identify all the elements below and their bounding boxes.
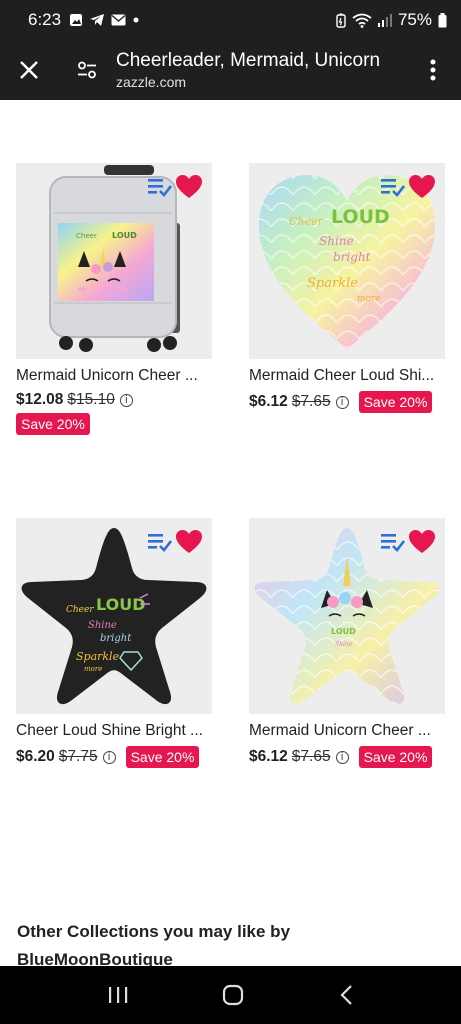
more-vert-icon [430,59,436,81]
system-navigation-bar [0,966,461,1024]
status-bar: 6:23 75% [0,0,461,40]
telegram-icon [90,14,105,26]
status-time: 6:23 [28,10,62,29]
product-prices: $6.20 $7.75 i Save 20% [16,746,221,768]
product-name[interactable]: Cheer Loud Shine Bright ... [16,722,216,740]
product-name[interactable]: Mermaid Cheer Loud Shi... [249,367,449,385]
page-title-block: Cheerleader, Mermaid, Unicorn zazzle.com [116,50,405,91]
heart-art-text-loud: LOUD [331,206,390,228]
price-info-icon[interactable]: i [335,750,349,764]
product-image-black-star-sticker[interactable]: Cheer LOUD Shine bright Sparkle more [16,518,212,714]
price-info-icon[interactable]: i [119,393,133,407]
battery-percent: 75% [397,10,432,29]
other-collections-heading: Other Collections you may like by BlueMo… [17,922,291,966]
back-icon[interactable] [338,984,354,1006]
product-card-black-star-sticker[interactable]: Cheer LOUD Shine bright Sparkle more Che… [16,518,221,768]
add-to-list-icon[interactable] [381,177,405,197]
original-price: $7.65 [291,748,331,765]
star-art-text-loud: LOUD [96,595,146,614]
tune-icon [78,61,96,79]
suitcase-art-text-loud: LOUD [112,231,137,240]
add-to-list-icon[interactable] [381,532,405,552]
heart-art-text-shine: Shine [319,234,354,248]
heart-art-text-bright: bright [333,250,371,264]
signal-icon [377,14,392,27]
favorite-heart-icon[interactable] [176,175,202,199]
wifi-icon [352,13,372,28]
star-art-text-more: more [84,665,102,673]
favorite-heart-icon[interactable] [409,530,435,554]
close-button[interactable] [0,40,58,100]
product-name[interactable]: Mermaid Unicorn Cheer ... [16,367,216,385]
favorite-heart-icon[interactable] [176,530,202,554]
star-art-text-bright: bright [100,633,132,644]
home-icon[interactable] [222,984,244,1006]
original-price: $7.75 [58,748,98,765]
close-icon [20,61,38,79]
sale-price: $6.12 [249,393,288,410]
battery-icon [438,12,447,27]
original-price: $7.65 [291,393,331,410]
heart-art-text-cheer: Cheer [289,215,324,228]
star-art-text-sparkle: Sparkle [76,650,120,663]
add-to-list-icon[interactable] [148,532,172,552]
pastel-star-art-text-shine: Shine [335,641,353,648]
star-art-text-cheer: Cheer [66,605,94,615]
sale-price: $12.08 [16,391,64,408]
sale-price: $6.20 [16,748,55,765]
product-card-suitcase[interactable]: Cheer LOUD Mermaid Unicorn Cheer ... $12… [16,163,221,435]
product-prices: $12.08 $15.10 i [16,391,221,409]
gallery-icon [70,14,83,26]
suitcase-art-text: Cheer [76,232,97,240]
custom-tab-toolbar: Cheerleader, Mermaid, Unicorn zazzle.com [0,40,461,100]
more-options-button[interactable] [405,40,461,100]
add-to-list-icon[interactable] [148,177,172,197]
battery-saver-icon [336,13,346,28]
product-image-heart-sticker[interactable]: Cheer LOUD Shine bright Sparkle more [249,163,445,359]
site-settings-button[interactable] [58,40,116,100]
product-prices: $6.12 $7.65 i Save 20% [249,746,454,768]
star-art-text-shine: Shine [88,620,117,631]
pastel-star-art-text-loud: LOUD [331,627,356,636]
discount-badge: Save 20% [16,413,90,435]
recent-apps-icon[interactable] [107,985,129,1005]
price-info-icon[interactable]: i [102,750,116,764]
product-card-pastel-star-sticker[interactable]: LOUD Shine Mermaid Unicorn Cheer ... $6.… [249,518,454,768]
product-prices: $6.12 $7.65 i Save 20% [249,391,454,413]
product-image-suitcase[interactable]: Cheer LOUD [16,163,212,359]
discount-badge: Save 20% [358,391,433,413]
favorite-heart-icon[interactable] [409,175,435,199]
page-title: Cheerleader, Mermaid, Unicorn [116,49,381,71]
heart-art-text-more: more [357,294,381,304]
product-image-pastel-star-sticker[interactable]: LOUD Shine [249,518,445,714]
price-info-icon[interactable]: i [335,395,349,409]
page-content: Cheer LOUD Mermaid Unicorn Cheer ... $12… [0,100,461,966]
page-url: zazzle.com [116,74,187,91]
discount-badge: Save 20% [125,746,200,768]
heart-art-text-sparkle: Sparkle [307,276,358,291]
original-price: $15.10 [67,391,115,408]
sale-price: $6.12 [249,748,288,765]
product-card-heart-sticker[interactable]: Cheer LOUD Shine bright Sparkle more Mer… [249,163,454,413]
discount-badge: Save 20% [358,746,433,768]
mail-icon [111,14,126,26]
dot-icon [133,17,139,23]
product-name[interactable]: Mermaid Unicorn Cheer ... [249,722,449,740]
